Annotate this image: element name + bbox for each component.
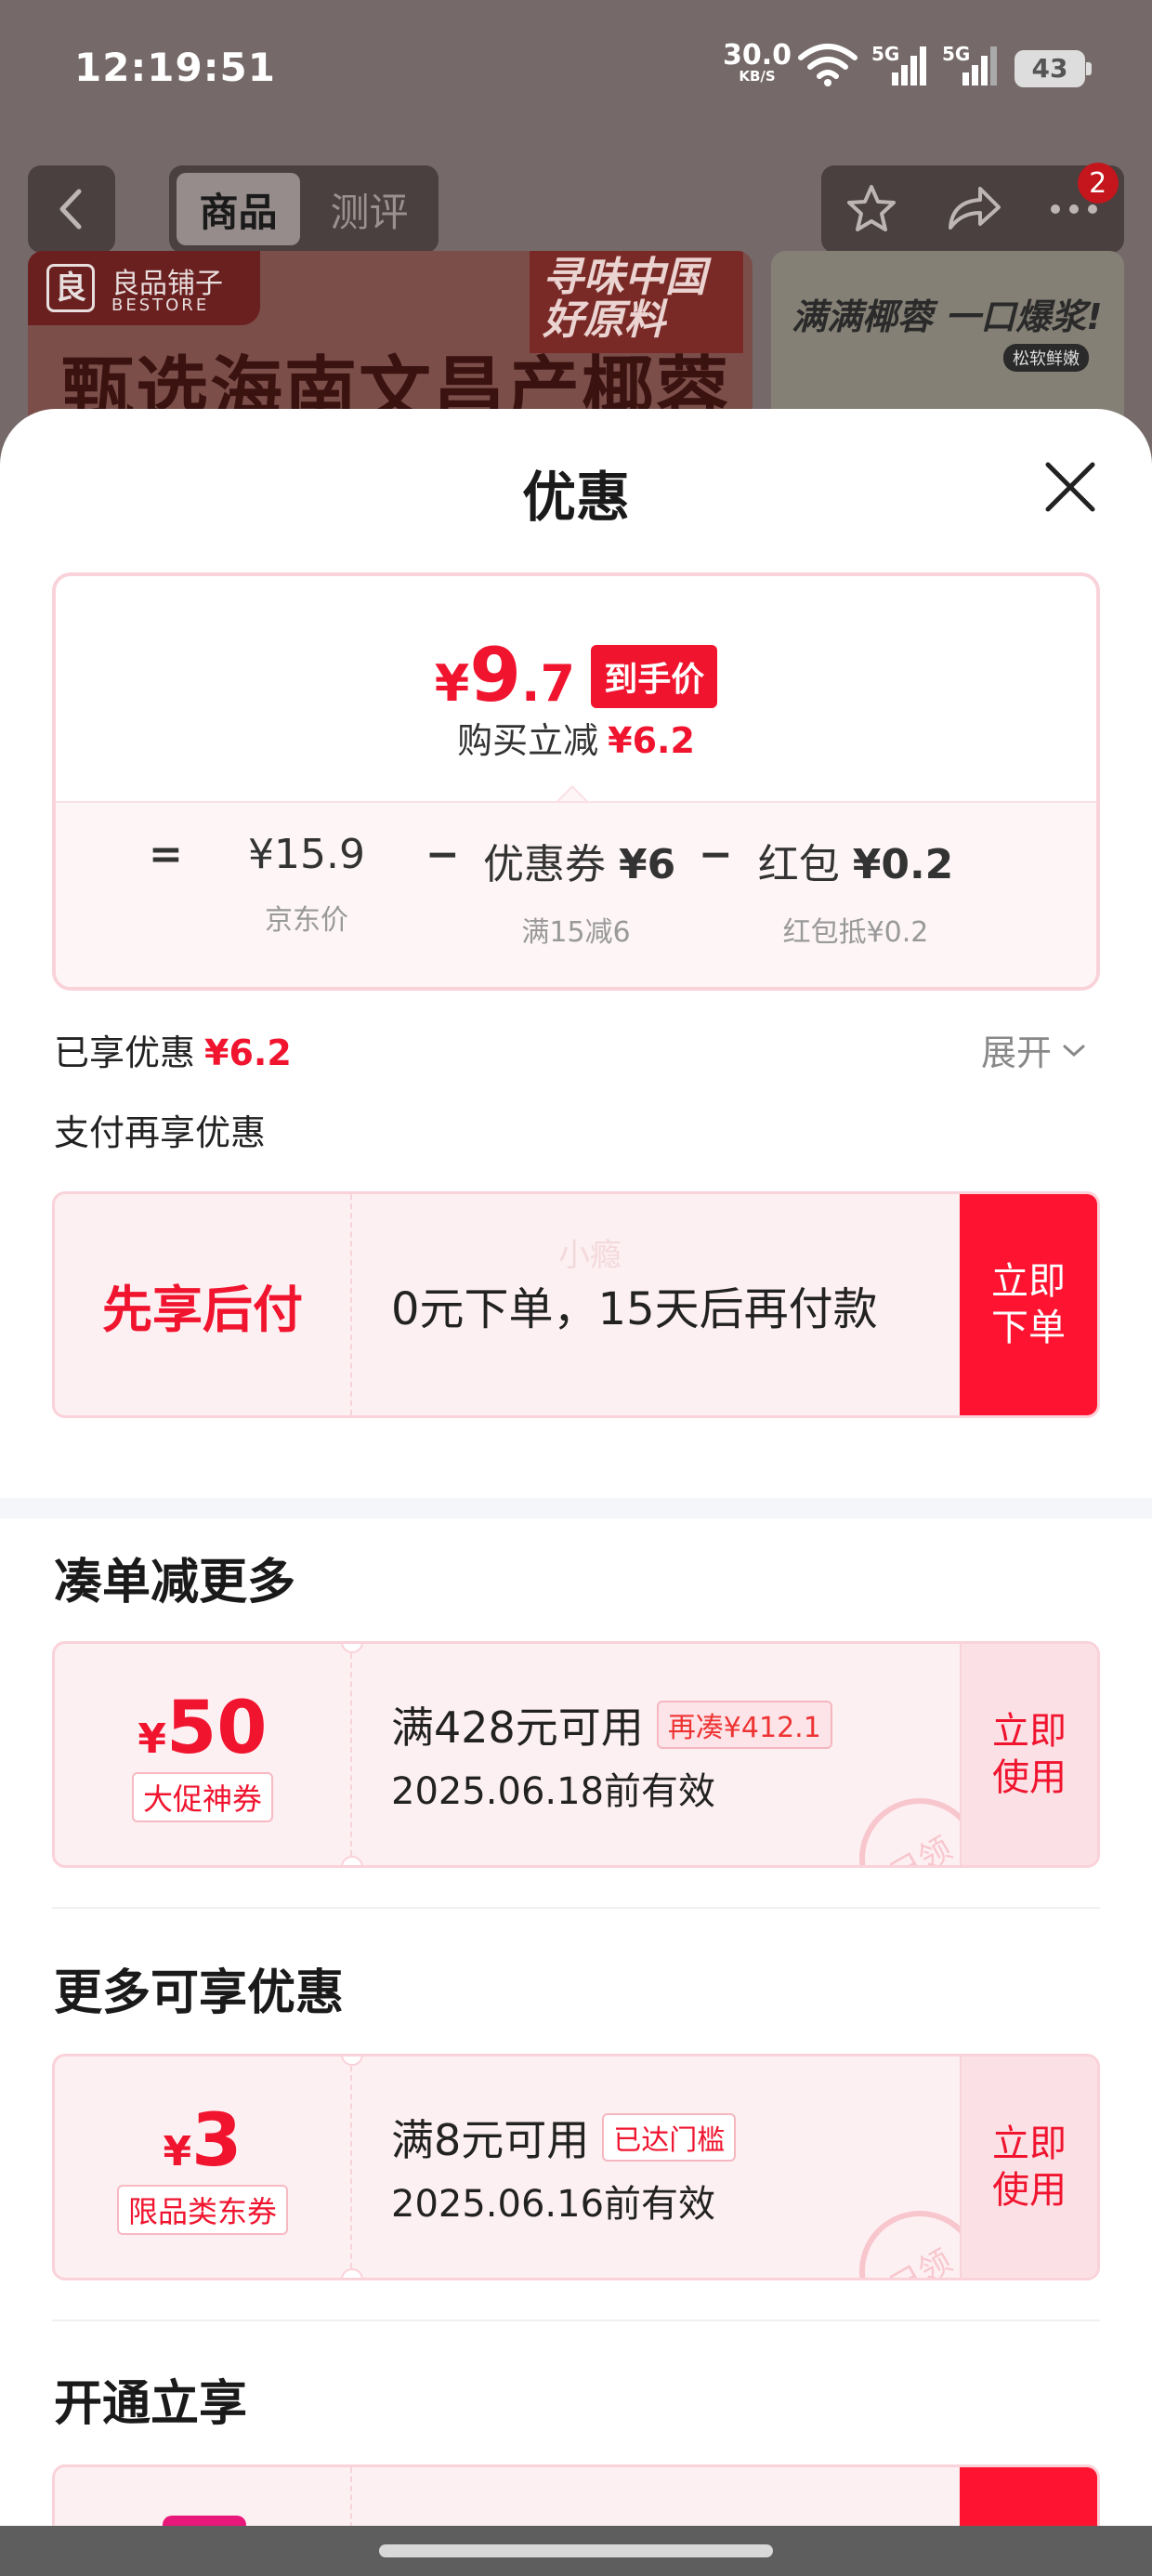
bnpl-description: 0元下单，15天后再付款 bbox=[391, 1283, 878, 1335]
formula-equals: = bbox=[149, 831, 183, 878]
divider bbox=[52, 1907, 1100, 1909]
coupon-type-label: 大促神券 bbox=[131, 1772, 273, 1822]
cellular-signal-icon: 5G bbox=[871, 43, 929, 87]
expand-label: 展开 bbox=[981, 1032, 1053, 1073]
wifi-icon bbox=[798, 44, 857, 86]
coupon-condition: 满428元可用 再凑¥412.1 bbox=[391, 1694, 986, 1755]
section-title-open: 开通立享 bbox=[54, 2376, 248, 2432]
pay-more-label: 支付再享优惠 bbox=[54, 1112, 267, 1153]
coupon-value: ¥50 大促神券 bbox=[55, 1644, 352, 1865]
instant-discount-label: 购买立减 bbox=[457, 720, 599, 761]
share-icon bbox=[948, 187, 1001, 230]
network-speed: 30.0 KB/S bbox=[723, 42, 792, 85]
divider bbox=[52, 2320, 1100, 2321]
section-title-bundle: 凑单减更多 bbox=[54, 1555, 296, 1610]
coupon-amount: ¥3 bbox=[163, 2099, 242, 2183]
section-separator bbox=[0, 1498, 1152, 1518]
coupon-card: ¥3 限品类东券 满8元可用 已达门槛 2025.06.16前有效 已领 立即使… bbox=[52, 2054, 1100, 2280]
coupon-amount: ¥50 bbox=[137, 1687, 268, 1770]
tab-product[interactable]: 商品 bbox=[177, 173, 300, 245]
coupon-condition: 满8元可用 已达门槛 bbox=[391, 2107, 986, 2168]
enjoyed-discount-value: ¥6.2 bbox=[204, 1032, 292, 1073]
coupon-card: ¥50 大促神券 满428元可用 再凑¥412.1 2025.06.18前有效 … bbox=[52, 1641, 1100, 1868]
use-now-button[interactable]: 立即 使用 bbox=[960, 2057, 1097, 2278]
price-formula: = ¥15.9 京东价 − 优惠券 ¥6 满15减6 − 红包 ¥0.2 红包抵… bbox=[56, 801, 1096, 987]
store-tag: 良 良品铺子 BESTORE bbox=[28, 251, 260, 325]
header-actions: 2 bbox=[821, 163, 1124, 253]
cellular-signal-icon: 5G bbox=[942, 43, 1000, 87]
battery-icon: 43 bbox=[1015, 50, 1092, 87]
formula-redpack: 红包 ¥0.2 红包抵¥0.2 bbox=[757, 841, 954, 949]
notification-badge: 2 bbox=[1077, 163, 1119, 204]
price-breakdown-card: ¥9.7 到手价 购买立减 ¥6.2 = ¥15.9 京东价 − 优惠券 ¥6 满… bbox=[52, 572, 1100, 991]
bnpl-card: 先享后付 小瘾 0元下单，15天后再付款 立即 下单 bbox=[52, 1191, 1100, 1418]
discount-sheet: 优惠 ¥9.7 到手价 购买立减 ¥6.2 = ¥15.9 京东价 − 优惠券 ¥… bbox=[0, 409, 1152, 2526]
bnpl-left: 先享后付 bbox=[55, 1194, 352, 1415]
instant-discount-value: ¥6.2 bbox=[608, 720, 695, 761]
status-bar: 12:19:51 30.0 KB/S 5G 5G 43 bbox=[0, 0, 1152, 139]
share-button[interactable] bbox=[936, 172, 1010, 246]
membership-left bbox=[55, 2467, 352, 2526]
open-now-button[interactable] bbox=[960, 2467, 1097, 2526]
membership-badge bbox=[163, 2516, 246, 2526]
bnpl-middle: 0元下单，15天后再付款 bbox=[391, 1194, 986, 1415]
coupon-chip: 已达门槛 bbox=[602, 2113, 737, 2162]
final-price-row: ¥9.7 到手价 bbox=[56, 632, 1096, 718]
formula-base-price: ¥15.9 京东价 bbox=[248, 831, 365, 937]
use-now-button[interactable]: 立即 使用 bbox=[960, 1644, 1097, 1865]
system-nav-bar bbox=[0, 2526, 1152, 2576]
section-title-more: 更多可享优惠 bbox=[54, 1965, 345, 2021]
more-button[interactable]: 2 bbox=[1037, 163, 1119, 246]
back-button[interactable] bbox=[28, 165, 115, 253]
coupon-value: ¥3 限品类东券 bbox=[55, 2057, 352, 2278]
star-icon bbox=[847, 185, 897, 231]
coupon-notch bbox=[341, 2268, 363, 2278]
net-speed-value: 30.0 bbox=[723, 39, 792, 72]
product-tab-switcher: 商品 测评 bbox=[169, 165, 439, 253]
sheet-title: 优惠 bbox=[521, 466, 630, 529]
order-now-button[interactable]: 立即 下单 bbox=[960, 1194, 1097, 1415]
tab-review[interactable]: 测评 bbox=[308, 173, 431, 245]
store-name-en: BESTORE bbox=[111, 296, 210, 315]
formula-minus: − bbox=[699, 831, 733, 878]
status-time: 12:19:51 bbox=[74, 45, 276, 90]
final-price-tag: 到手价 bbox=[591, 645, 718, 708]
coupon-chip: 再凑¥412.1 bbox=[656, 1701, 832, 1749]
enjoyed-discount-label: 已享优惠 bbox=[54, 1032, 196, 1073]
coupon-type-label: 限品类东券 bbox=[116, 2185, 288, 2235]
enjoyed-discount: 已享优惠 ¥6.2 bbox=[54, 1024, 292, 1075]
close-icon[interactable] bbox=[1041, 457, 1100, 517]
banner-tagline: 满满椰蓉 一口爆浆! bbox=[792, 296, 1103, 337]
coupon-notch bbox=[341, 1856, 363, 1865]
chevron-down-icon bbox=[1063, 1045, 1085, 1057]
store-logo-icon: 良 bbox=[46, 264, 95, 312]
back-arrow-icon bbox=[59, 189, 82, 230]
favorite-button[interactable] bbox=[834, 172, 909, 246]
formula-minus: − bbox=[425, 831, 460, 878]
instant-discount: 购买立减 ¥6.2 bbox=[56, 712, 1096, 763]
final-price: ¥9.7 bbox=[434, 632, 576, 718]
banner-mini-tag: 松软鲜嫩 bbox=[1003, 344, 1089, 372]
membership-card bbox=[52, 2464, 1100, 2526]
formula-coupon: 优惠券 ¥6 满15减6 bbox=[483, 841, 676, 949]
expand-button[interactable]: 展开 bbox=[981, 1024, 1087, 1075]
bnpl-title: 先享后付 bbox=[102, 1280, 303, 1339]
home-indicator[interactable] bbox=[379, 2544, 773, 2557]
